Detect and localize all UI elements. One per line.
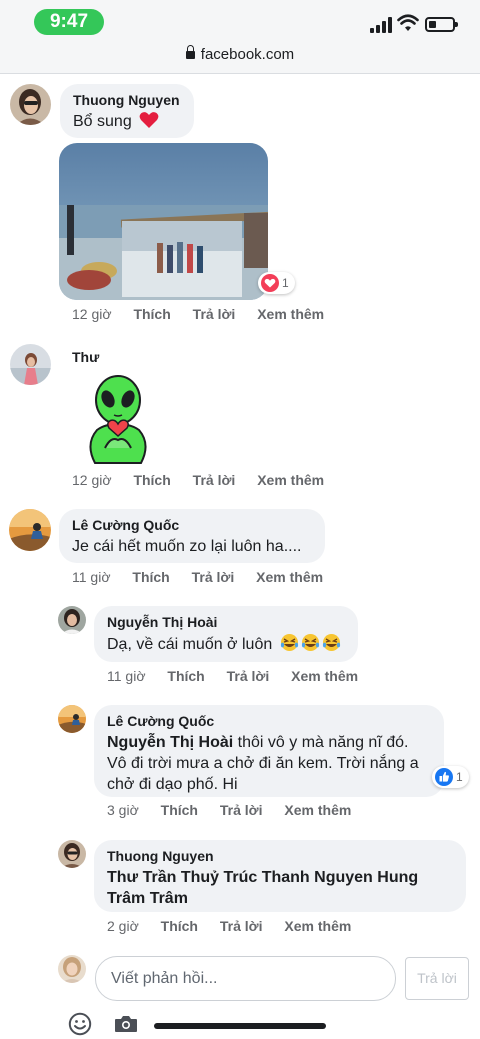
avatar[interactable] [58, 840, 86, 868]
like-button[interactable]: Thích [132, 568, 169, 586]
comment-actions: 3 giờ Thích Trả lời Xem thêm [107, 801, 369, 819]
comment-actions: 11 giờ Thích Trả lời Xem thêm [107, 667, 376, 685]
reply-input[interactable]: Viết phản hồi... [95, 956, 396, 1001]
like-button[interactable]: Thích [167, 667, 204, 685]
comment-bubble[interactable]: Thuong Nguyen Thư Trần Thuỷ Trúc Thanh N… [94, 840, 466, 912]
like-button[interactable]: Thích [133, 305, 170, 323]
reaction-badge[interactable]: 1 [432, 766, 469, 788]
comment-actions: 11 giờ Thích Trả lời Xem thêm [72, 568, 341, 586]
reply-button[interactable]: Trả lời [193, 305, 236, 323]
comment-author[interactable]: Lê Cường Quốc [72, 516, 312, 534]
comment-bubble[interactable]: Nguyễn Thị Hoài Dạ, về cái muốn ở luôn [94, 606, 358, 662]
avatar[interactable] [58, 705, 86, 733]
reaction-count: 1 [282, 276, 289, 290]
comment-author[interactable]: Thuong Nguyen [73, 91, 181, 109]
signal-icon [370, 17, 392, 33]
avatar[interactable] [10, 344, 51, 385]
reply-button[interactable]: Trả lời [192, 568, 235, 586]
battery-icon [425, 17, 458, 32]
avatar[interactable] [9, 509, 51, 551]
status-bar: 9:47 [0, 0, 480, 44]
status-time: 9:47 [34, 9, 104, 35]
comment-actions: 12 giờ Thích Trả lời Xem thêm [72, 305, 342, 323]
reaction-count: 1 [456, 770, 463, 784]
comment-text: Dạ, về cái muốn ở luôn [107, 636, 273, 653]
comment-bubble[interactable]: Thuong Nguyen Bổ sung [60, 84, 194, 138]
comment-text: Je cái hết muốn zo lại luôn ha.... [72, 538, 302, 555]
avatar[interactable] [10, 84, 51, 125]
comment-author[interactable]: Thư [72, 349, 99, 365]
home-indicator [154, 1023, 326, 1029]
comment-time[interactable]: 3 giờ [107, 801, 139, 819]
url-text: facebook.com [200, 46, 295, 63]
like-reaction-icon [435, 768, 453, 786]
comment-author[interactable]: Lê Cường Quốc [107, 712, 432, 730]
comment-actions: 12 giờ Thích Trả lời Xem thêm [72, 471, 342, 489]
comment-author[interactable]: Thuong Nguyen [107, 847, 453, 865]
see-more-button[interactable]: Xem thêm [284, 801, 351, 819]
camera-icon[interactable] [114, 1014, 138, 1034]
comment-bubble[interactable]: Lê Cường Quốc Je cái hết muốn zo lại luô… [59, 509, 325, 563]
comment-time[interactable]: 2 giờ [107, 917, 139, 935]
smiley-icon[interactable] [68, 1012, 92, 1036]
see-more-button[interactable]: Xem thêm [284, 917, 351, 935]
love-reaction-icon [261, 274, 279, 292]
comment-bubble[interactable]: Lê Cường Quốc Nguyễn Thị Hoài thôi vô y … [94, 705, 444, 797]
reply-button[interactable]: Trả lời [193, 471, 236, 489]
reply-button[interactable]: Trả lời [227, 667, 270, 685]
like-button[interactable]: Thích [161, 917, 198, 935]
reaction-badge[interactable]: 1 [258, 272, 295, 294]
comment-actions: 2 giờ Thích Trả lời Xem thêm [107, 917, 369, 935]
see-more-button[interactable]: Xem thêm [256, 568, 323, 586]
like-button[interactable]: Thích [133, 471, 170, 489]
comment-time[interactable]: 11 giờ [72, 568, 111, 586]
comment-author[interactable]: Nguyễn Thị Hoài [107, 613, 345, 631]
mention-link[interactable]: Thư Trần Thuỷ Trúc Thanh Nguyen Hung Trâ… [107, 869, 418, 907]
like-button[interactable]: Thích [161, 801, 198, 819]
reply-button[interactable]: Trả lời [220, 917, 263, 935]
avatar[interactable] [58, 606, 86, 634]
avatar [58, 955, 86, 983]
comment-time[interactable]: 12 giờ [72, 305, 112, 323]
see-more-button[interactable]: Xem thêm [291, 667, 358, 685]
comment-time[interactable]: 11 giờ [107, 667, 146, 685]
see-more-button[interactable]: Xem thêm [257, 471, 324, 489]
alien-sticker-icon[interactable] [83, 374, 153, 466]
red-heart-icon [139, 112, 159, 128]
comment-text: Bổ sung [73, 113, 132, 130]
wifi-icon [397, 14, 419, 31]
send-reply-button[interactable]: Trả lời [405, 957, 469, 1000]
see-more-button[interactable]: Xem thêm [257, 305, 324, 323]
reply-button[interactable]: Trả lời [220, 801, 263, 819]
lock-icon [185, 45, 195, 59]
laughing-emoji-icon [280, 633, 342, 655]
url-bar[interactable]: facebook.com [0, 44, 480, 74]
comment-time[interactable]: 12 giờ [72, 471, 112, 489]
mention-link[interactable]: Nguyễn Thị Hoài [107, 734, 233, 751]
comment-photo[interactable] [59, 143, 268, 300]
